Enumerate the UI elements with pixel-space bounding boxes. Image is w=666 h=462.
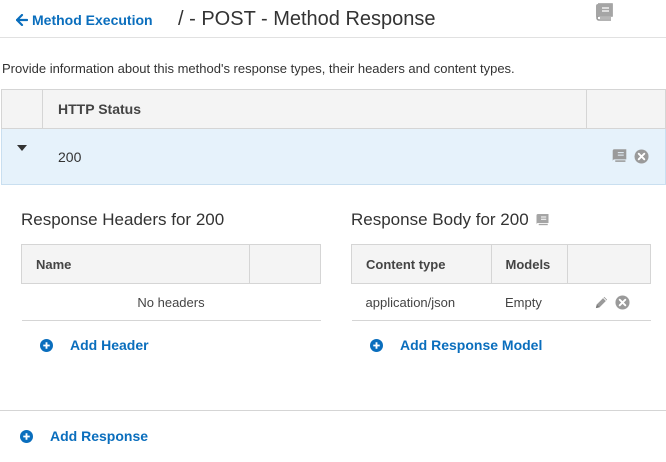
models-column-header: Models bbox=[490, 244, 569, 284]
response-body-title: Response Body for 200 bbox=[351, 210, 529, 229]
remove-circle-icon[interactable] bbox=[634, 149, 649, 164]
plus-circle-icon bbox=[40, 338, 53, 352]
method-execution-label: Method Execution bbox=[32, 12, 153, 28]
remove-circle-icon[interactable] bbox=[615, 294, 630, 310]
header-actions-column-header bbox=[249, 244, 321, 284]
response-headers-title: Response Headers for 200 bbox=[21, 210, 225, 229]
http-status-column-header: HTTP Status bbox=[43, 90, 587, 128]
add-response-model-label: Add Response Model bbox=[400, 337, 543, 353]
http-status-code: 200 bbox=[58, 149, 82, 165]
toggle-column-header bbox=[2, 90, 43, 128]
no-headers-text: No headers bbox=[21, 283, 321, 321]
page-title: / - POST - Method Response bbox=[178, 8, 436, 30]
book-icon[interactable] bbox=[535, 213, 550, 227]
plus-circle-icon bbox=[20, 429, 33, 443]
table-row: No headers bbox=[21, 283, 321, 321]
model-cell: Empty bbox=[491, 283, 568, 321]
actions-column-header bbox=[587, 90, 665, 128]
http-status-table-header: HTTP Status bbox=[1, 89, 666, 129]
response-headers-table-header: Name bbox=[20, 244, 321, 284]
book-icon[interactable] bbox=[611, 148, 628, 164]
http-status-row[interactable]: 200 bbox=[1, 129, 666, 185]
page-header: Method Execution / - POST - Method Respo… bbox=[0, 0, 666, 38]
response-body-table-header: Content type Models bbox=[351, 244, 651, 284]
response-body-table: Content type Models application/json Emp… bbox=[351, 244, 651, 321]
page-description: Provide information about this method's … bbox=[2, 61, 515, 76]
content-type-cell: application/json bbox=[351, 283, 491, 321]
content-type-column-header: Content type bbox=[351, 244, 492, 284]
caret-down-icon[interactable] bbox=[16, 144, 28, 152]
book-icon[interactable] bbox=[594, 3, 614, 21]
section-divider bbox=[0, 410, 666, 411]
http-status-table: HTTP Status 200 bbox=[1, 89, 666, 185]
add-response-label: Add Response bbox=[50, 428, 149, 444]
response-headers-table: Name No headers bbox=[20, 244, 321, 321]
method-response-page: Method Execution / - POST - Method Respo… bbox=[0, 0, 666, 462]
method-execution-link[interactable]: Method Execution bbox=[16, 12, 153, 28]
response-body-title-wrap: Response Body for 200 bbox=[351, 210, 550, 230]
model-actions-cell bbox=[567, 283, 651, 321]
table-row: application/json Empty bbox=[351, 283, 651, 321]
model-actions-column-header bbox=[567, 244, 651, 284]
plus-circle-icon bbox=[370, 338, 383, 352]
name-column-header: Name bbox=[20, 244, 251, 284]
add-response-model-button[interactable]: Add Response Model bbox=[370, 337, 542, 353]
arrow-left-icon bbox=[16, 14, 28, 26]
add-response-button[interactable]: Add Response bbox=[20, 428, 148, 444]
add-header-button[interactable]: Add Header bbox=[40, 337, 149, 353]
add-header-label: Add Header bbox=[70, 337, 149, 353]
pencil-icon[interactable] bbox=[594, 295, 609, 310]
